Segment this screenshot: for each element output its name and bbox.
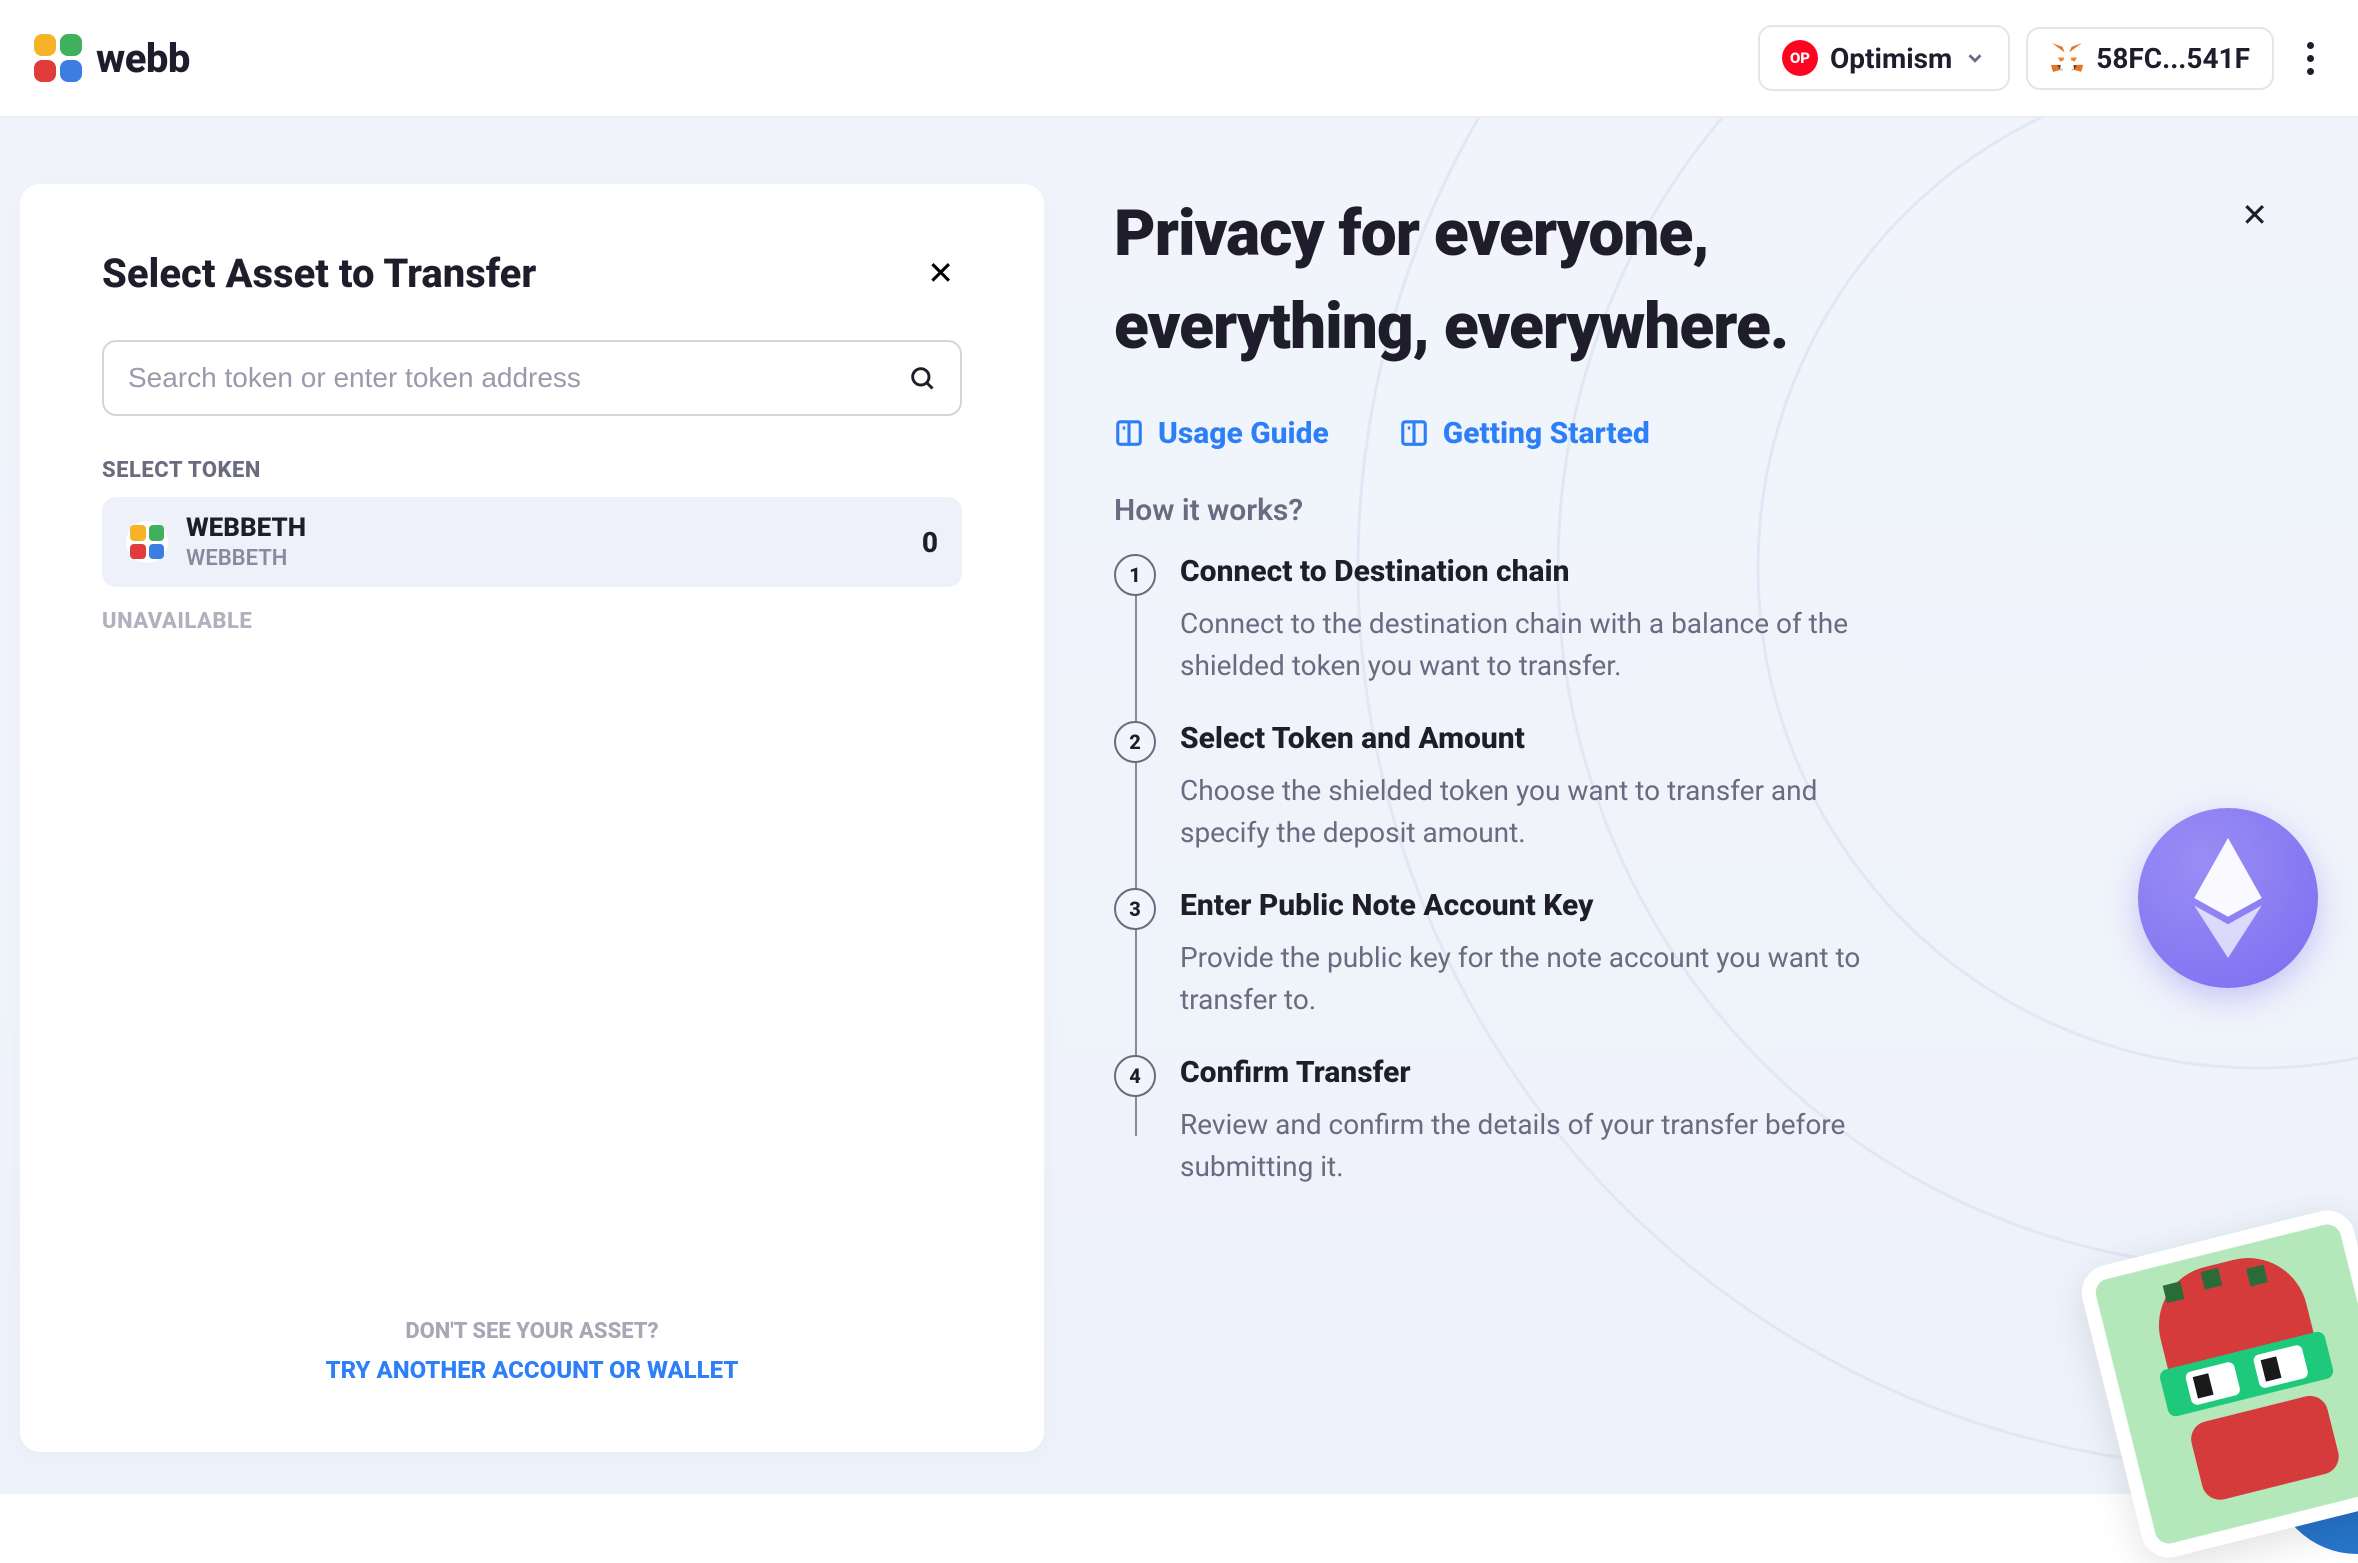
try-another-wallet-link[interactable]: TRY ANOTHER ACCOUNT OR WALLET	[102, 1356, 962, 1384]
step-description: Review and confirm the details of your t…	[1180, 1104, 1880, 1188]
wallet-address: 58FC...541F	[2096, 42, 2250, 75]
token-symbol: WEBBETH	[186, 546, 904, 571]
main-area: Select Asset to Transfer ✕ SELECT TOKEN …	[0, 118, 2358, 1494]
optimism-icon: OP	[1782, 40, 1818, 76]
step-description: Choose the shielded token you want to tr…	[1180, 770, 1880, 854]
step-title: Select Token and Amount	[1180, 721, 1880, 756]
how-it-works-label: How it works?	[1114, 493, 2288, 528]
unavailable-label: UNAVAILABLE	[102, 609, 962, 634]
chevron-down-icon	[1964, 47, 1986, 69]
nft-card-icon	[2076, 1205, 2358, 1563]
app-logo-text: webb	[96, 35, 190, 82]
step-number: 4	[1114, 1055, 1156, 1097]
network-selector[interactable]: OP Optimism	[1758, 25, 2010, 91]
step-1: 1 Connect to Destination chain Connect t…	[1114, 554, 2288, 687]
more-menu-button[interactable]	[2290, 38, 2330, 78]
token-name: WEBBETH	[186, 513, 904, 543]
webb-logo-icon	[34, 34, 82, 82]
step-3: 3 Enter Public Note Account Key Provide …	[1114, 888, 2288, 1021]
app-header: webb OP Optimism 58FC...541F	[0, 0, 2358, 118]
ethereum-coin-icon	[2138, 808, 2318, 988]
step-number: 3	[1114, 888, 1156, 930]
select-token-label: SELECT TOKEN	[102, 458, 962, 483]
step-4: 4 Confirm Transfer Review and confirm th…	[1114, 1055, 2288, 1188]
step-title: Enter Public Note Account Key	[1180, 888, 1880, 923]
book-icon	[1399, 418, 1429, 448]
webbeth-token-icon	[126, 521, 168, 563]
asset-select-panel: Select Asset to Transfer ✕ SELECT TOKEN …	[20, 184, 1044, 1452]
step-title: Confirm Transfer	[1180, 1055, 1880, 1090]
steps-list: 1 Connect to Destination chain Connect t…	[1114, 554, 2288, 1188]
search-icon	[908, 364, 936, 392]
app-logo[interactable]: webb	[34, 34, 190, 82]
wallet-button[interactable]: 58FC...541F	[2026, 27, 2274, 90]
step-number: 2	[1114, 721, 1156, 763]
info-links: Usage Guide Getting Started	[1114, 416, 2288, 451]
step-title: Connect to Destination chain	[1180, 554, 1880, 589]
token-meta: WEBBETH WEBBETH	[186, 513, 904, 571]
header-actions: OP Optimism 58FC...541F	[1758, 25, 2330, 91]
step-2: 2 Select Token and Amount Choose the shi…	[1114, 721, 2288, 854]
book-icon	[1114, 418, 1144, 448]
info-title: Privacy for everyone, everything, everyw…	[1114, 188, 2288, 374]
token-row-webbeth[interactable]: WEBBETH WEBBETH 0	[102, 497, 962, 587]
token-balance: 0	[922, 526, 938, 559]
step-number: 1	[1114, 554, 1156, 596]
info-close-button[interactable]: ✕	[2241, 196, 2268, 234]
token-search-input[interactable]	[128, 362, 908, 394]
step-description: Connect to the destination chain with a …	[1180, 603, 1880, 687]
getting-started-link[interactable]: Getting Started	[1399, 416, 1650, 451]
info-panel: ✕ Privacy for everyone, everything, ever…	[1044, 118, 2358, 1494]
network-label: Optimism	[1830, 42, 1952, 75]
search-field-wrap	[102, 340, 962, 416]
panel-title: Select Asset to Transfer	[102, 250, 536, 297]
footer-question: DON'T SEE YOUR ASSET?	[102, 1319, 962, 1344]
step-description: Provide the public key for the note acco…	[1180, 937, 1880, 1021]
usage-guide-link[interactable]: Usage Guide	[1114, 416, 1329, 451]
panel-close-button[interactable]: ✕	[919, 246, 962, 300]
metamask-icon	[2050, 42, 2084, 74]
